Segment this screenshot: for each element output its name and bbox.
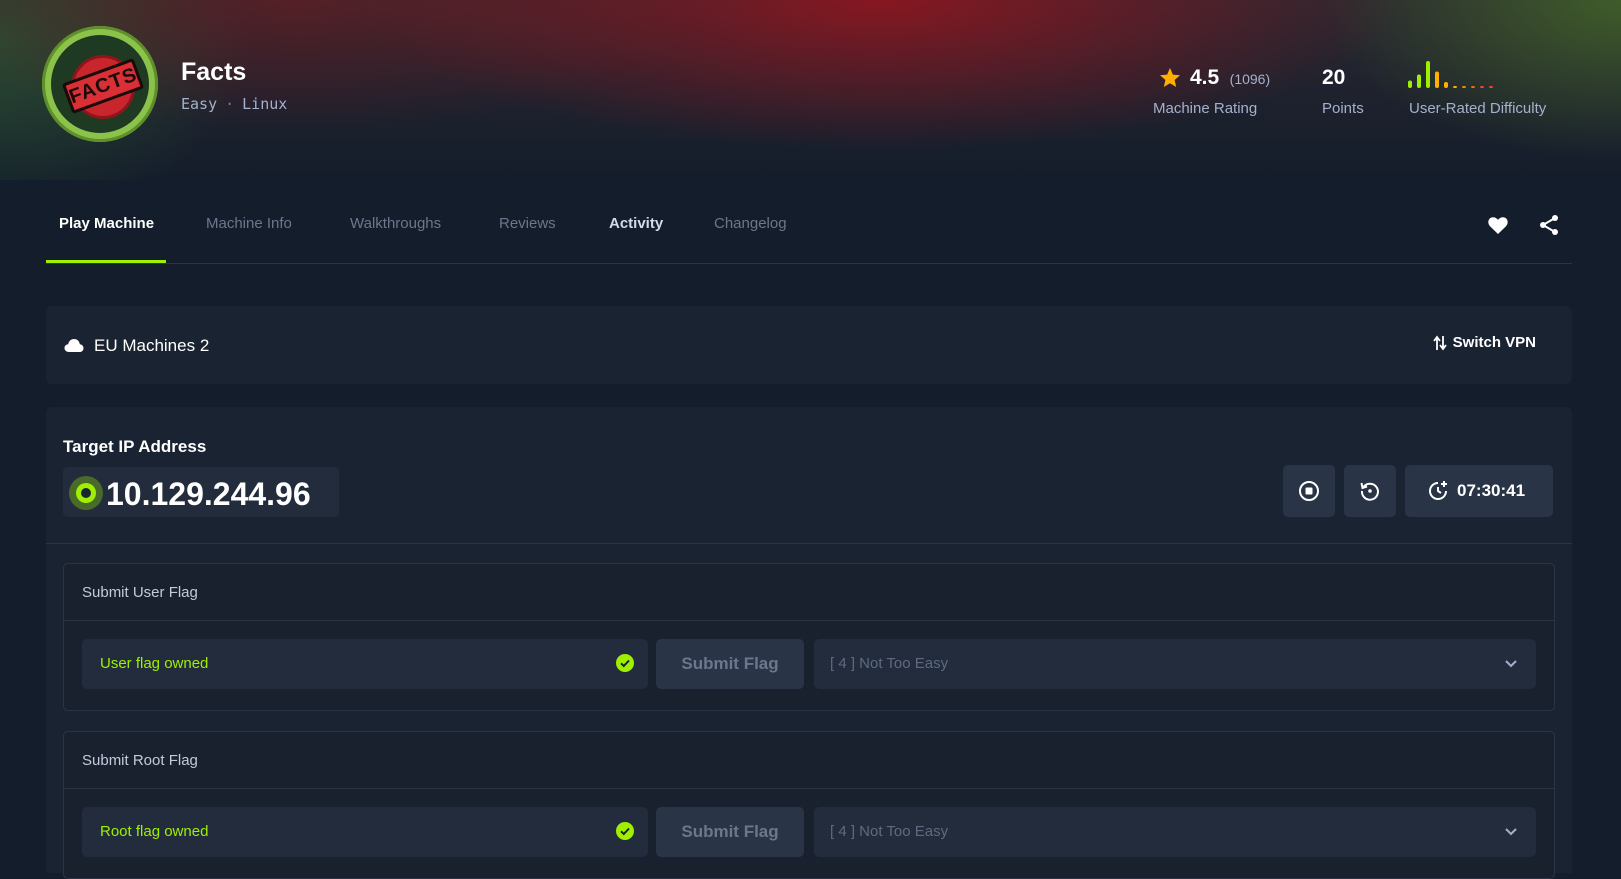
active-tab-indicator <box>46 260 166 263</box>
tab-activity[interactable]: Activity <box>609 215 663 232</box>
chevron-down-icon <box>1505 828 1517 836</box>
tab-changelog[interactable]: Changelog <box>714 215 787 232</box>
difficulty-label: User-Rated Difficulty <box>1409 100 1547 117</box>
os-text: Linux <box>242 95 288 113</box>
reset-icon <box>1360 482 1379 501</box>
user-flag-input[interactable]: User flag owned <box>82 639 648 689</box>
check-circle-icon <box>616 822 634 840</box>
check-circle-icon <box>616 654 634 672</box>
difficulty-text: Easy <box>181 95 218 113</box>
switch-vpn-label: Switch VPN <box>1452 334 1536 351</box>
status-indicator-icon <box>69 476 103 510</box>
rating-label: Machine Rating <box>1153 100 1258 117</box>
machine-timer: 07:30:41 <box>1457 481 1526 500</box>
root-flag-difficulty-select[interactable]: [ 4 ] Not Too Easy <box>814 807 1536 857</box>
points-value: 20 <box>1322 66 1346 89</box>
heart-icon[interactable] <box>1486 213 1510 237</box>
difficulty-bar <box>1453 86 1457 88</box>
machine-logo: FACTS <box>42 26 158 142</box>
target-ip-box[interactable]: 10.129.244.96 <box>63 467 339 517</box>
header-banner <box>0 0 1621 180</box>
switch-arrows-icon <box>1432 335 1447 351</box>
vpn-panel: EU Machines 2 Switch VPN <box>46 306 1572 384</box>
user-flag-title: Submit User Flag <box>82 584 198 601</box>
difficulty-bar <box>1408 80 1412 88</box>
stop-icon <box>1299 481 1319 501</box>
difficulty-bar <box>1489 86 1493 88</box>
root-flag-card: Submit Root Flag Root flag owned Submit … <box>63 731 1555 879</box>
switch-vpn-button[interactable]: Switch VPN <box>1432 334 1536 351</box>
difficulty-bar <box>1444 82 1448 88</box>
rating-count: (1096) <box>1229 71 1271 87</box>
root-flag-status: Root flag owned <box>100 823 209 840</box>
stop-machine-button[interactable] <box>1283 465 1335 517</box>
tab-machine-info[interactable]: Machine Info <box>206 215 292 232</box>
user-flag-card: Submit User Flag User flag owned Submit … <box>63 563 1555 711</box>
machine-points: 20 Points <box>1322 66 1364 117</box>
difficulty-chart <box>1408 61 1493 88</box>
user-difficulty-value: [ 4 ] Not Too Easy <box>830 655 949 672</box>
reset-machine-button[interactable] <box>1344 465 1396 517</box>
tab-reviews[interactable]: Reviews <box>499 215 556 232</box>
target-ip-address[interactable]: 10.129.244.96 <box>106 476 311 513</box>
user-flag-status: User flag owned <box>100 655 209 672</box>
tab-walkthroughs[interactable]: Walkthroughs <box>350 215 441 232</box>
machine-name: Facts <box>181 58 247 86</box>
difficulty-bar <box>1471 86 1475 88</box>
difficulty-bar <box>1480 86 1484 88</box>
root-flag-input[interactable]: Root flag owned <box>82 807 648 857</box>
user-submit-flag-button[interactable]: Submit Flag <box>656 639 804 689</box>
tab-play-machine[interactable]: Play Machine <box>59 215 154 232</box>
points-label: Points <box>1322 100 1364 117</box>
rating-value: 4.5 <box>1190 66 1220 89</box>
user-flag-difficulty-select[interactable]: [ 4 ] Not Too Easy <box>814 639 1536 689</box>
chevron-down-icon <box>1505 660 1517 668</box>
difficulty-bar <box>1462 86 1466 88</box>
root-submit-flag-button[interactable]: Submit Flag <box>656 807 804 857</box>
target-ip-label: Target IP Address <box>63 437 207 456</box>
root-difficulty-value: [ 4 ] Not Too Easy <box>830 823 949 840</box>
extend-time-button[interactable]: 07:30:41 <box>1405 465 1553 517</box>
difficulty-bar <box>1426 61 1430 88</box>
panel-divider <box>46 543 1572 544</box>
tab-bar: Play Machine Machine Info Walkthroughs R… <box>46 195 1572 264</box>
star-icon <box>1160 68 1180 87</box>
machine-rating: 4.5 (1096) Machine Rating <box>1153 66 1271 117</box>
vpn-server-name: EU Machines 2 <box>94 336 210 355</box>
difficulty-bar <box>1417 74 1421 88</box>
root-flag-title: Submit Root Flag <box>82 752 198 769</box>
machine-meta: Easy · Linux <box>181 95 287 113</box>
play-panel: Target IP Address 10.129.244.96 07:30:41… <box>46 407 1572 879</box>
cloud-icon <box>64 339 84 352</box>
timer-icon <box>1429 481 1447 500</box>
difficulty-bar <box>1435 71 1439 88</box>
meta-separator: · <box>225 95 235 113</box>
share-icon[interactable] <box>1537 213 1561 237</box>
